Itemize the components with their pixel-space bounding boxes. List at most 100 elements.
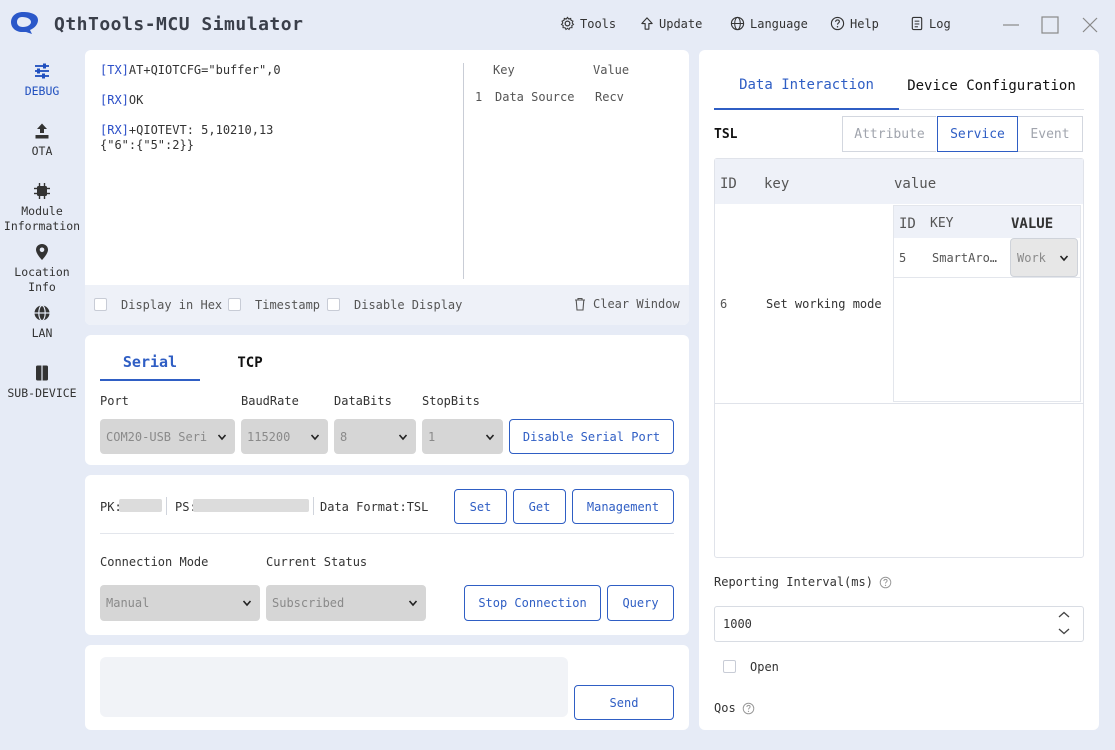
tab-serial[interactable]: Serial — [100, 353, 200, 371]
inner-row-key: SmartAro… — [932, 251, 998, 265]
get-button[interactable]: Get — [513, 489, 566, 524]
log-tag: [RX] — [100, 123, 129, 137]
stopbits-select[interactable]: 1 — [422, 419, 503, 454]
tsl-label: TSL — [714, 127, 738, 142]
kv-row-key: Data Source — [495, 90, 575, 104]
reporting-interval-row: Reporting Interval(ms) — [714, 575, 892, 589]
working-mode-select[interactable]: Work — [1010, 238, 1078, 277]
sidebar-item-module-information[interactable]: Module Information — [0, 182, 84, 234]
upload-icon — [35, 123, 49, 139]
log-text: AT+QIOTCFG="buffer",0 — [128, 63, 281, 77]
port-value: COM20-USB Seri — [106, 429, 208, 444]
spin-up-icon[interactable] — [1057, 610, 1071, 620]
clear-window-label: Clear Window — [593, 297, 680, 311]
port-select[interactable]: COM20-USB Seri — [100, 419, 235, 454]
segment-event[interactable]: Event — [1018, 116, 1083, 152]
language-menu[interactable]: Language — [730, 16, 808, 31]
sidebar-label-module-information: Module Information — [3, 204, 81, 233]
chevron-down-icon — [485, 433, 495, 440]
log-menu[interactable]: Log — [910, 16, 951, 31]
inner-row-id: 5 — [899, 251, 907, 265]
connection-mode-value: Manual — [106, 596, 150, 610]
update-menu[interactable]: Update — [640, 16, 702, 31]
port-label: Port — [100, 394, 129, 408]
log-label: Log — [929, 16, 951, 31]
timestamp-checkbox[interactable] — [228, 298, 241, 311]
segment-service[interactable]: Service — [937, 116, 1018, 152]
tsl-row-id: 6 — [720, 297, 728, 311]
sub-device-icon — [36, 365, 48, 381]
sidebar-item-sub-device[interactable]: SUB-DEVICE — [0, 364, 84, 401]
sidebar-item-debug[interactable]: DEBUG — [0, 62, 84, 99]
sidebar-label-debug: DEBUG — [24, 84, 60, 98]
globe-icon — [730, 16, 745, 31]
help-icon[interactable] — [742, 702, 755, 715]
qos-row: Qos — [714, 701, 755, 715]
log-text: {"6":{"5":2}} — [100, 138, 194, 152]
tab-tcp[interactable]: TCP — [200, 355, 300, 371]
tab-device-configuration[interactable]: Device Configuration — [899, 62, 1084, 110]
log-line: [TX]AT+QIOTCFG="buffer",0 — [100, 63, 455, 78]
tsl-header-key: key — [764, 176, 790, 192]
sidebar-item-location-info[interactable]: Location Info — [0, 243, 84, 295]
log-text: OK — [128, 93, 144, 107]
disable-display-checkbox[interactable] — [327, 298, 340, 311]
set-button[interactable]: Set — [454, 489, 507, 524]
sidebar-label-sub-device: SUB-DEVICE — [7, 386, 77, 400]
chevron-down-icon — [398, 433, 408, 440]
tab-data-interaction[interactable]: Data Interaction — [714, 62, 899, 110]
help-menu[interactable]: Help — [830, 16, 879, 31]
reporting-interval-input[interactable]: 1000 — [714, 606, 1084, 642]
log-output[interactable]: [TX]AT+QIOTCFG="buffer",0 [RX]OK [RX]+QI… — [100, 63, 455, 153]
hex-checkbox[interactable] — [94, 298, 107, 311]
log-divider — [463, 63, 464, 279]
chevron-down-icon — [408, 600, 418, 607]
sidebar-item-ota[interactable]: OTA — [0, 122, 84, 159]
current-status-select[interactable]: Subscribed — [266, 585, 426, 621]
ps-value-redacted — [193, 499, 309, 512]
inner-row-divider — [894, 277, 1080, 278]
minimize-icon[interactable] — [1000, 14, 1022, 36]
log-tag: [RX] — [100, 93, 129, 107]
clear-window-button[interactable]: Clear Window — [574, 297, 680, 311]
globe-icon — [34, 304, 50, 322]
chevron-down-icon — [1059, 254, 1069, 261]
sidebar-item-lan[interactable]: LAN — [0, 304, 84, 341]
current-status-label: Current Status — [266, 555, 368, 569]
kv-header-value: Value — [593, 63, 630, 77]
hex-label: Display in Hex — [121, 298, 223, 312]
help-icon[interactable] — [879, 576, 892, 589]
send-input[interactable] — [100, 657, 568, 717]
open-checkbox[interactable] — [723, 660, 736, 673]
gear-icon — [560, 16, 575, 31]
maximize-icon[interactable] — [1039, 14, 1061, 36]
close-icon[interactable] — [1079, 14, 1101, 36]
inner-header-id: ID — [899, 216, 916, 232]
help-icon — [830, 16, 845, 31]
disable-display-label: Disable Display — [354, 298, 463, 312]
management-button[interactable]: Management — [572, 489, 674, 524]
log-tag: [TX] — [100, 63, 129, 77]
spin-down-icon[interactable] — [1057, 626, 1071, 636]
kv-row-index: 1 — [475, 90, 483, 104]
log-line: [RX]+QIOTEVT: 5,10210,13 — [100, 123, 455, 138]
stop-connection-button[interactable]: Stop Connection — [464, 585, 601, 621]
kv-header-key: Key — [493, 63, 515, 77]
log-line: [RX]OK — [100, 93, 455, 108]
connection-mode-label: Connection Mode — [100, 555, 209, 569]
databits-label: DataBits — [334, 394, 392, 408]
arrow-up-icon — [641, 17, 653, 30]
pk-divider — [166, 497, 167, 515]
databits-select[interactable]: 8 — [334, 419, 416, 454]
query-button[interactable]: Query — [607, 585, 674, 621]
baudrate-select[interactable]: 115200 — [241, 419, 328, 454]
disable-serial-port-button[interactable]: Disable Serial Port — [509, 419, 674, 454]
qos-label: Qos — [714, 701, 736, 715]
chevron-down-icon — [242, 600, 252, 607]
inner-header-value: VALUE — [1011, 216, 1054, 232]
app-logo-icon — [11, 12, 38, 34]
send-button[interactable]: Send — [574, 685, 674, 720]
tools-menu[interactable]: Tools — [560, 16, 616, 31]
connection-mode-select[interactable]: Manual — [100, 585, 260, 621]
segment-attribute[interactable]: Attribute — [842, 116, 936, 152]
